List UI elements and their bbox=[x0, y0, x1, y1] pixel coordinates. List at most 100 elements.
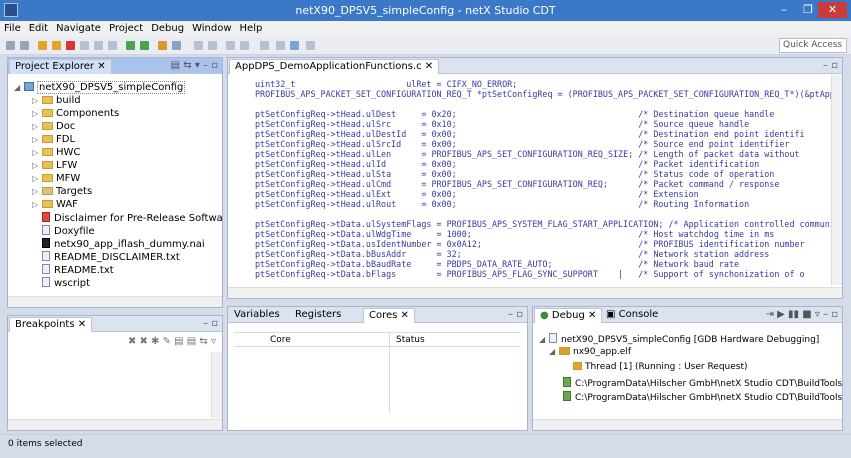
project-explorer-header: Project Explorer ✕ ▤ ⇆ ▾ – ▫ bbox=[8, 58, 222, 74]
file-icon bbox=[42, 225, 50, 235]
tree-item[interactable]: ▷ Components bbox=[32, 108, 119, 120]
tree-item[interactable]: netx90_app_iflash_dummy.nai bbox=[42, 238, 205, 250]
tree-item[interactable]: ▷ MFW bbox=[32, 173, 80, 185]
save-icon[interactable] bbox=[20, 41, 29, 50]
minimize-button[interactable]: – bbox=[772, 2, 796, 18]
tree-item-label: Doc bbox=[56, 121, 76, 132]
tab-breakpoints[interactable]: Breakpoints ✕ bbox=[9, 317, 93, 332]
tab-console[interactable]: ▣ Console bbox=[601, 308, 663, 323]
breakpoints-vertical-scrollbar[interactable] bbox=[211, 352, 222, 418]
code-editor[interactable]: uint32_t ulRet = CIFX_NO_ERROR; PROFIBUS… bbox=[228, 75, 835, 285]
tree-item-label: README.txt bbox=[54, 265, 114, 276]
terminate-icon[interactable] bbox=[66, 41, 75, 50]
editor-window-controls[interactable]: – ▫ bbox=[823, 60, 838, 71]
project-explorer-tab-label: Project Explorer bbox=[15, 61, 95, 72]
annotation-icon[interactable] bbox=[260, 41, 269, 50]
tree-item[interactable]: ▷ build bbox=[32, 95, 81, 107]
variables-tab-label: Variables bbox=[234, 309, 280, 320]
debug-process[interactable]: C:\ProgramData\Hilscher GmbH\netX Studio… bbox=[563, 391, 842, 403]
tree-item-label: netx90_app_iflash_dummy.nai bbox=[54, 239, 205, 250]
tools-icon[interactable] bbox=[172, 41, 181, 50]
tab-cores[interactable]: Cores ✕ bbox=[363, 308, 415, 323]
tree-item-label: Disclaimer for Pre-Release Software.pdf bbox=[54, 213, 223, 224]
step-into-icon[interactable] bbox=[80, 41, 89, 50]
debug-toolbar[interactable]: ⇥ ▶ ▮▮ ■ ▿ – ▫ bbox=[766, 309, 838, 320]
file-icon bbox=[42, 277, 50, 287]
debug-process[interactable]: C:\ProgramData\Hilscher GmbH\netX Studio… bbox=[563, 377, 842, 389]
run-icon[interactable] bbox=[140, 41, 149, 50]
folder-icon bbox=[42, 161, 53, 169]
menu-file[interactable]: File bbox=[0, 22, 25, 34]
horizontal-scrollbar[interactable] bbox=[8, 296, 222, 307]
debug-horizontal-scrollbar[interactable] bbox=[533, 419, 842, 430]
process-icon bbox=[563, 377, 571, 387]
debug-thread[interactable]: Thread [1] (Running : User Request) bbox=[573, 362, 748, 374]
tree-item[interactable]: README_DISCLAIMER.txt bbox=[42, 251, 180, 263]
expand-icon[interactable]: ◢ bbox=[14, 83, 24, 92]
code-line: ptSetConfigReq->tHead.ulExt = 0x00; /* E… bbox=[255, 189, 699, 199]
tree-item[interactable]: README.txt bbox=[42, 264, 114, 276]
view-menu-icon[interactable]: ▤ ⇆ ▾ – ▫ bbox=[171, 60, 218, 71]
tree-root[interactable]: ◢ netX90_DPSV5_simpleConfig bbox=[14, 81, 186, 94]
code-line: ptSetConfigReq->tHead.ulSrc = 0x10; /* S… bbox=[255, 119, 750, 129]
targets-folder-icon bbox=[42, 187, 53, 195]
breakpoints-horizontal-scrollbar[interactable] bbox=[8, 419, 222, 430]
menu-navigate[interactable]: Navigate bbox=[52, 22, 105, 34]
tree-item-label: WAF bbox=[56, 199, 78, 210]
cores-window-controls[interactable]: – ▫ bbox=[508, 309, 523, 320]
tree-item[interactable]: Doxyfile bbox=[42, 225, 95, 237]
cores-panel: Variables Registers Cores ✕ – ▫ Core Sta… bbox=[227, 306, 528, 431]
debug-icon[interactable] bbox=[126, 41, 135, 50]
tree-item[interactable]: Disclaimer for Pre-Release Software.pdf bbox=[42, 212, 223, 224]
column-header-status[interactable]: Status bbox=[396, 335, 425, 345]
maximize-button[interactable]: ❐ bbox=[796, 2, 820, 18]
menu-project[interactable]: Project bbox=[105, 22, 147, 34]
debug-target-label: nx90_app.elf bbox=[573, 347, 631, 357]
search-icon[interactable] bbox=[194, 41, 203, 50]
console-tab-label: Console bbox=[618, 309, 659, 320]
menu-edit[interactable]: Edit bbox=[25, 22, 52, 34]
column-header-core[interactable]: Core bbox=[270, 335, 291, 345]
resume-icon[interactable] bbox=[38, 41, 47, 50]
cores-table: Core Status bbox=[234, 332, 520, 422]
folder-icon bbox=[42, 148, 53, 156]
editor-horizontal-scrollbar[interactable] bbox=[228, 287, 842, 298]
tab-debug[interactable]: ● Debug ✕ bbox=[534, 308, 603, 323]
editor-panel: AppDPS_DemoApplicationFunctions.c ✕ – ▫ … bbox=[227, 57, 843, 299]
back-icon[interactable] bbox=[290, 41, 299, 50]
tree-item[interactable]: ▷ HWC bbox=[32, 147, 80, 159]
close-button[interactable]: ✕ bbox=[818, 2, 847, 18]
build-icon[interactable] bbox=[158, 41, 167, 50]
breakpoints-window-controls[interactable]: – ▫ bbox=[203, 318, 218, 329]
layout-icon[interactable] bbox=[226, 41, 235, 50]
editor-vertical-scrollbar[interactable] bbox=[831, 75, 842, 285]
tree-item[interactable]: ▷ Targets bbox=[32, 186, 92, 198]
step-return-icon[interactable] bbox=[108, 41, 117, 50]
tab-registers[interactable]: Registers bbox=[290, 308, 346, 323]
folder-icon bbox=[42, 135, 53, 143]
tree-item[interactable]: ▷ FDL bbox=[32, 134, 75, 146]
debug-target[interactable]: ◢ nx90_app.elf bbox=[549, 347, 631, 359]
step-over-icon[interactable] bbox=[94, 41, 103, 50]
menu-debug[interactable]: Debug bbox=[147, 22, 188, 34]
menu-help[interactable]: Help bbox=[236, 22, 267, 34]
prev-edit-icon[interactable] bbox=[276, 41, 285, 50]
tree-item[interactable]: ▷ LFW bbox=[32, 160, 77, 172]
tree-item[interactable]: wscript bbox=[42, 277, 90, 289]
tree-root-label: netX90_DPSV5_simpleConfig bbox=[37, 81, 186, 94]
breakpoints-header: Breakpoints ✕ – ▫ bbox=[8, 316, 222, 332]
suspend-icon[interactable] bbox=[52, 41, 61, 50]
tab-variables[interactable]: Variables bbox=[229, 308, 285, 323]
tree-item[interactable]: ▷ WAF bbox=[32, 199, 78, 211]
tab-project-explorer[interactable]: Project Explorer ✕ bbox=[9, 59, 112, 74]
menu-window[interactable]: Window bbox=[188, 22, 235, 34]
new-icon[interactable] bbox=[6, 41, 15, 50]
debug-launch[interactable]: ◢ netX90_DPSV5_simpleConfig [GDB Hardware… bbox=[539, 333, 819, 345]
quick-access-input[interactable]: Quick Access bbox=[779, 38, 847, 53]
forward-icon[interactable] bbox=[306, 41, 315, 50]
breakpoints-toolbar[interactable]: ✖ ✖ ✱ ✎ ▤ ▤ ⇆ ▿ bbox=[128, 336, 216, 347]
settings-icon[interactable] bbox=[240, 41, 249, 50]
tree-item[interactable]: ▷ Doc bbox=[32, 121, 75, 133]
tab-editor-file[interactable]: AppDPS_DemoApplicationFunctions.c ✕ bbox=[229, 59, 440, 74]
view-icon[interactable] bbox=[208, 41, 217, 50]
